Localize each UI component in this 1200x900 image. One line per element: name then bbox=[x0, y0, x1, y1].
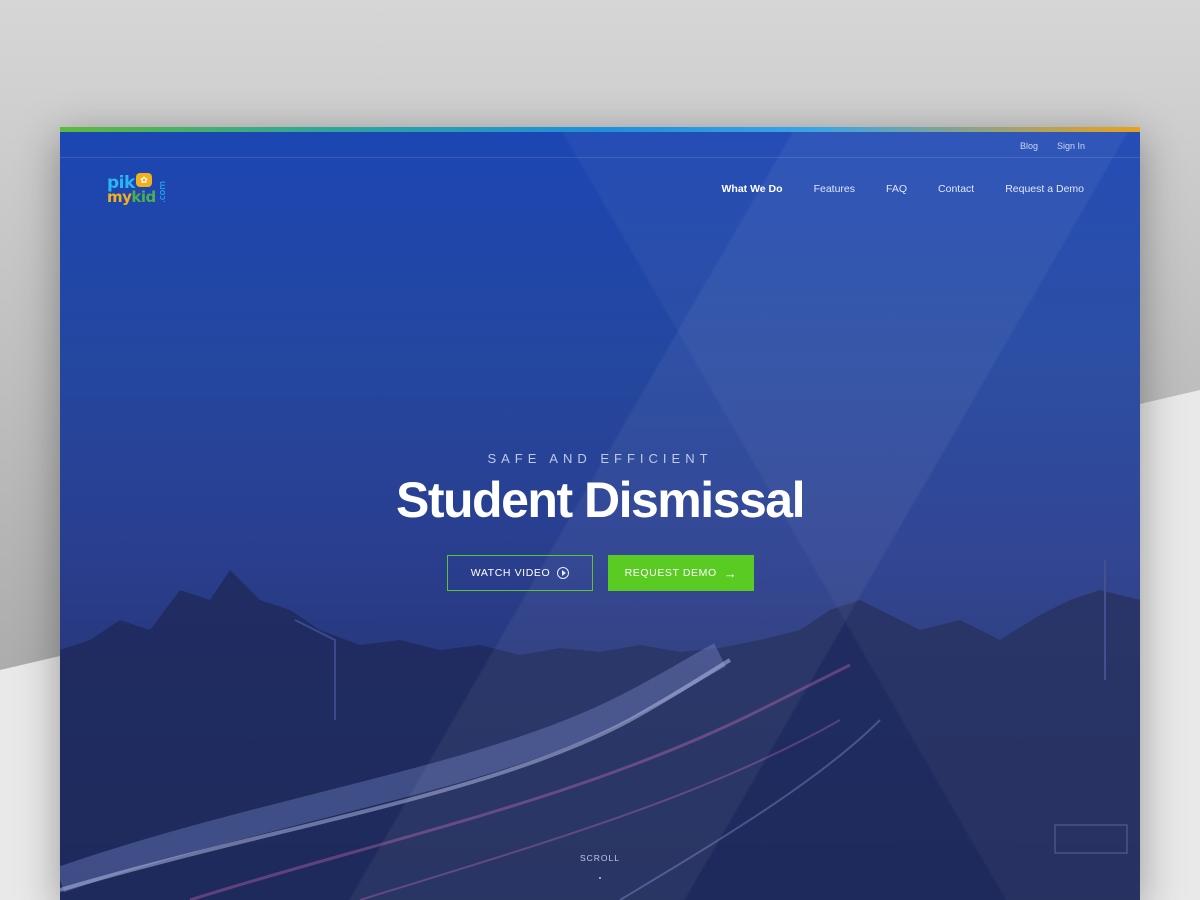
main-nav: What We Do Features FAQ Contact Request … bbox=[722, 183, 1085, 195]
pikmykid-logo[interactable]: pik ✿ mykid .com bbox=[107, 171, 177, 211]
utility-bar: Blog Sign In bbox=[60, 132, 1140, 158]
nav-item-faq[interactable]: FAQ bbox=[886, 183, 907, 195]
website-frame: Blog Sign In pik ✿ mykid .com What We Do… bbox=[60, 127, 1140, 900]
play-icon bbox=[557, 567, 570, 579]
hero-headline: Student Dismissal bbox=[396, 472, 805, 528]
request-demo-button[interactable]: REQUEST DEMO → bbox=[608, 555, 754, 591]
arrow-right-icon: → bbox=[723, 565, 738, 581]
watch-video-label: WATCH VIDEO bbox=[470, 567, 551, 579]
request-demo-label: REQUEST DEMO bbox=[624, 567, 717, 579]
nav-item-request-demo[interactable]: Request a Demo bbox=[1005, 183, 1084, 195]
nav-item-contact[interactable]: Contact bbox=[938, 183, 974, 195]
kids-badge-icon: ✿ bbox=[136, 173, 152, 187]
scroll-indicator[interactable]: SCROLL bbox=[60, 853, 1140, 863]
logo-text-mykid: mykid bbox=[107, 188, 156, 206]
nav-item-features[interactable]: Features bbox=[814, 183, 855, 195]
hero-kicker: SAFE AND EFFICIENT bbox=[487, 451, 713, 466]
nav-item-what-we-do[interactable]: What We Do bbox=[722, 183, 783, 195]
scroll-dot-icon bbox=[599, 877, 601, 879]
watch-video-button[interactable]: WATCH VIDEO bbox=[447, 555, 593, 591]
logo-text-com: .com bbox=[158, 180, 168, 203]
sign-in-link[interactable]: Sign In bbox=[1057, 141, 1085, 151]
blog-link[interactable]: Blog bbox=[1020, 141, 1038, 151]
